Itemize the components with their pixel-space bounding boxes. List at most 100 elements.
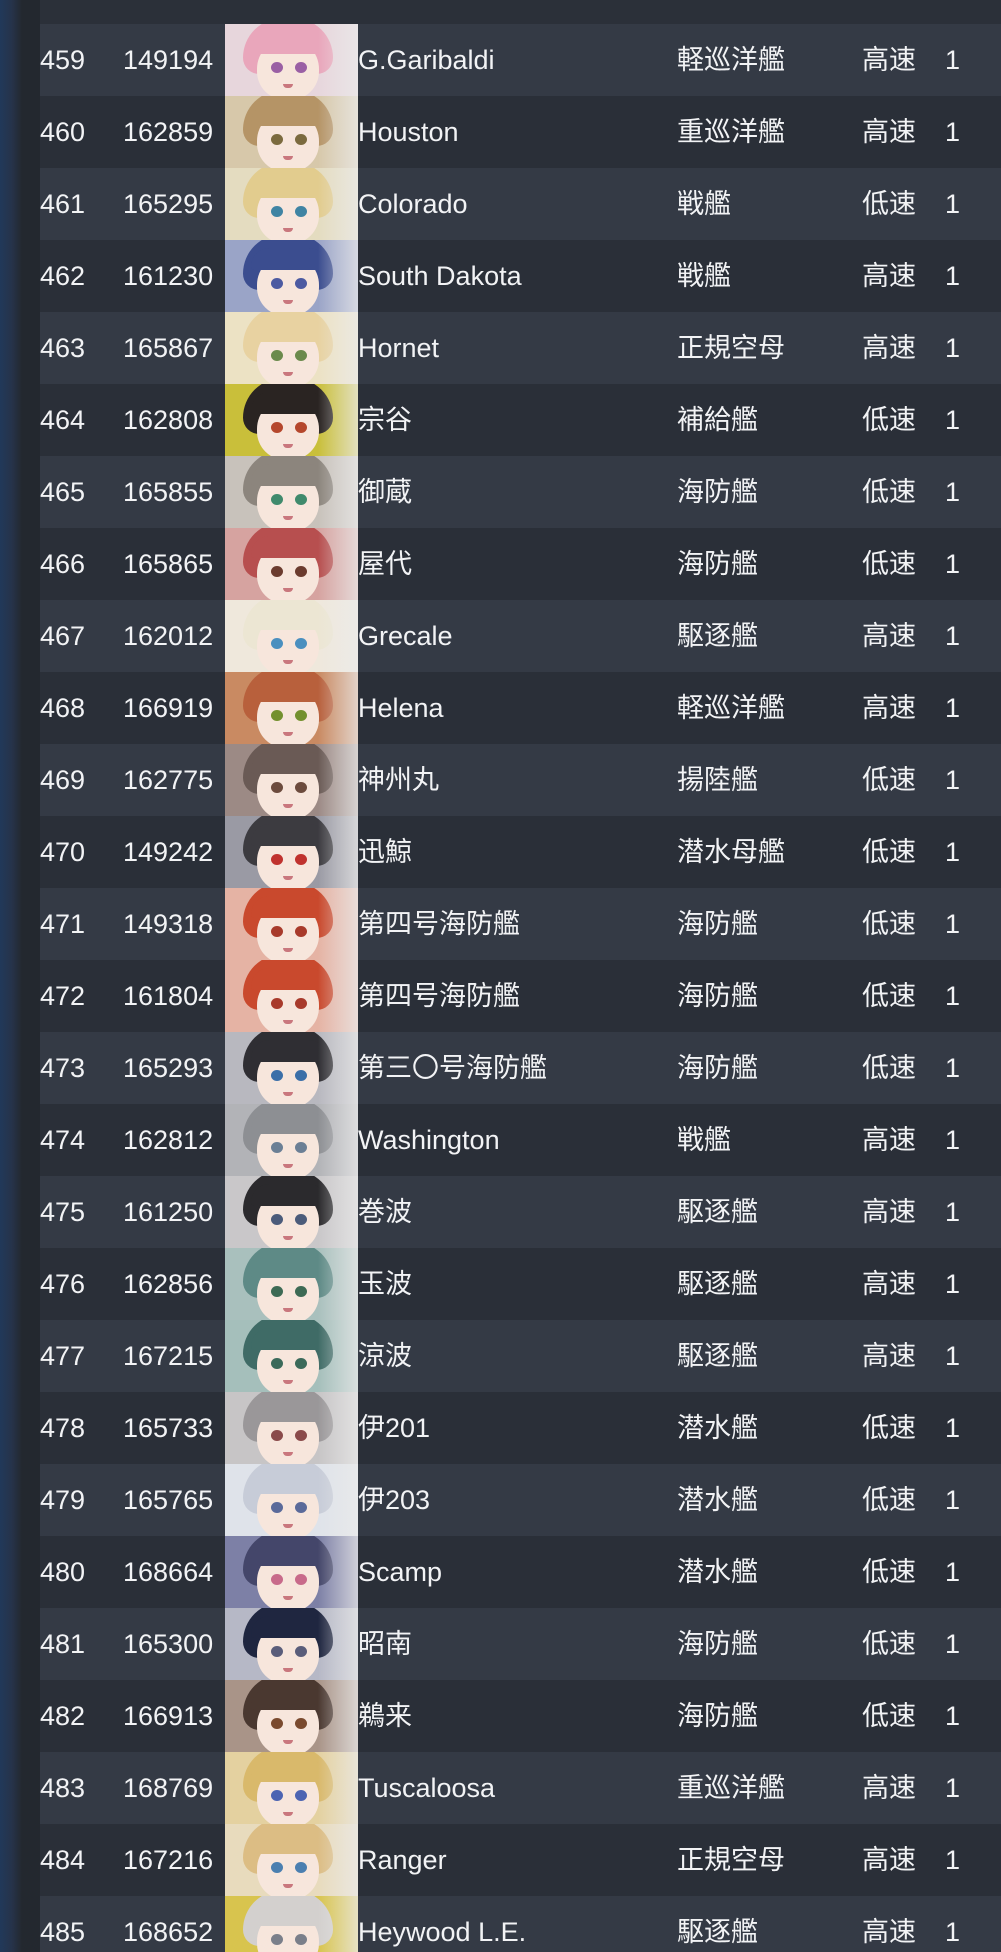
ship-name: 玉波 [358, 1269, 412, 1299]
ship-speed: 低速 [862, 1557, 916, 1587]
table-row[interactable]: 470 149242 迅鯨 潜水母艦 低速 1 [40, 816, 1001, 888]
portrait-right-eye [295, 566, 307, 577]
ship-portrait [225, 1536, 358, 1608]
table-row[interactable]: 468 166919 Helena 軽巡洋艦 高速 1 [40, 672, 1001, 744]
portrait-left-eye [271, 1718, 283, 1729]
ship-number: 483 [40, 1773, 86, 1803]
table-row[interactable]: 472 161804 第四号海防艦 海防艦 低速 1 [40, 960, 1001, 1032]
portrait-fade [318, 1320, 358, 1392]
ship-level: 1 [945, 981, 961, 1011]
portrait-avatar [225, 24, 358, 96]
table-row[interactable]: 467 162012 Grecale 駆逐艦 高速 1 [40, 600, 1001, 672]
table-row[interactable]: 475 161250 巻波 駆逐艦 高速 1 [40, 1176, 1001, 1248]
portrait-bangs [251, 536, 327, 558]
portrait-bangs [251, 176, 327, 198]
table-row[interactable]: 479 165765 伊203 潜水艦 低速 1 [40, 1464, 1001, 1536]
portrait-avatar [225, 528, 358, 600]
portrait-avatar [225, 1896, 358, 1952]
ship-speed: 低速 [862, 765, 916, 795]
table-row[interactable]: 482 166913 鵜来 海防艦 低速 1 [40, 1680, 1001, 1752]
portrait-fade [318, 240, 358, 312]
ship-number: 472 [40, 981, 86, 1011]
portrait-avatar [225, 1104, 358, 1176]
ship-number: 476 [40, 1269, 86, 1299]
table-row[interactable]: 478 165733 伊201 潜水艦 低速 1 [40, 1392, 1001, 1464]
table-row[interactable]: 476 162856 玉波 駆逐艦 高速 1 [40, 1248, 1001, 1320]
portrait-right-eye [295, 1574, 307, 1585]
ship-name: 第四号海防艦 [358, 981, 520, 1011]
portrait-fade [318, 744, 358, 816]
ship-speed: 低速 [862, 1701, 916, 1731]
portrait-fade [318, 312, 358, 384]
table-row[interactable]: 463 165867 Hornet 正規空母 高速 1 [40, 312, 1001, 384]
portrait-bangs [251, 608, 327, 630]
portrait-avatar [225, 1464, 358, 1536]
ship-portrait [225, 168, 358, 240]
ship-portrait [225, 456, 358, 528]
table-row[interactable]: 461 165295 Colorado 戦艦 低速 1 [40, 168, 1001, 240]
table-row[interactable]: 473 165293 第三〇号海防艦 海防艦 低速 1 [40, 1032, 1001, 1104]
portrait-avatar [225, 816, 358, 888]
ship-level: 1 [945, 549, 961, 579]
ship-number: 477 [40, 1341, 86, 1371]
ship-type: 揚陸艦 [677, 765, 758, 795]
portrait-bangs [251, 1904, 327, 1926]
portrait-right-eye [295, 134, 307, 145]
table-row[interactable]: 464 162808 宗谷 補給艦 低速 1 [40, 384, 1001, 456]
ship-number: 467 [40, 621, 86, 651]
ship-portrait [225, 744, 358, 816]
ship-speed: 高速 [862, 117, 916, 147]
portrait-left-eye [271, 350, 283, 361]
portrait-avatar [225, 1392, 358, 1464]
portrait-fade [318, 168, 358, 240]
table-row[interactable]: 471 149318 第四号海防艦 海防艦 低速 1 [40, 888, 1001, 960]
ship-number: 470 [40, 837, 86, 867]
ship-portrait [225, 888, 358, 960]
portrait-right-eye [295, 1934, 307, 1945]
portrait-right-eye [295, 350, 307, 361]
table-row[interactable]: 485 168652 Heywood L.E. 駆逐艦 高速 1 [40, 1896, 1001, 1952]
portrait-avatar [225, 1032, 358, 1104]
table-row[interactable]: 462 161230 South Dakota 戦艦 高速 1 [40, 240, 1001, 312]
portrait-right-eye [295, 422, 307, 433]
ship-portrait [225, 528, 358, 600]
table-row[interactable]: 466 165865 屋代 海防艦 低速 1 [40, 528, 1001, 600]
table-row[interactable]: 484 167216 Ranger 正規空母 高速 1 [40, 1824, 1001, 1896]
portrait-fade [318, 816, 358, 888]
table-row[interactable]: 460 162859 Houston 重巡洋艦 高速 1 [40, 96, 1001, 168]
ship-level: 1 [945, 333, 961, 363]
table-row[interactable]: 480 168664 Scamp 潜水艦 低速 1 [40, 1536, 1001, 1608]
portrait-avatar [225, 1608, 358, 1680]
ship-speed: 高速 [862, 1125, 916, 1155]
ship-name: Washington [358, 1125, 500, 1155]
table-row[interactable]: 474 162812 Washington 戦艦 高速 1 [40, 1104, 1001, 1176]
portrait-left-eye [271, 638, 283, 649]
portrait-fade [318, 888, 358, 960]
table-row[interactable]: 465 165855 御蔵 海防艦 低速 1 [40, 456, 1001, 528]
ship-portrait [225, 1608, 358, 1680]
table-row[interactable]: 459 149194 G.Garibaldi 軽巡洋艦 高速 1 [40, 24, 1001, 96]
ship-number: 469 [40, 765, 86, 795]
table-row[interactable]: 469 162775 神州丸 揚陸艦 低速 1 [40, 744, 1001, 816]
ship-speed: 高速 [862, 1845, 916, 1875]
table-row[interactable]: 481 165300 昭南 海防艦 低速 1 [40, 1608, 1001, 1680]
ship-portrait [225, 1320, 358, 1392]
portrait-left-eye [271, 854, 283, 865]
ship-portrait [225, 1032, 358, 1104]
ship-level: 1 [945, 189, 961, 219]
table-row[interactable]: 483 168769 Tuscaloosa 重巡洋艦 高速 1 [40, 1752, 1001, 1824]
portrait-left-eye [271, 1790, 283, 1801]
ship-type: 戦艦 [677, 261, 731, 291]
ship-speed: 高速 [862, 1269, 916, 1299]
ship-number: 463 [40, 333, 86, 363]
ship-name: Hornet [358, 333, 440, 363]
portrait-fade [318, 1896, 358, 1952]
portrait-bangs [251, 1328, 327, 1350]
table-row[interactable]: 477 167215 涼波 駆逐艦 高速 1 [40, 1320, 1001, 1392]
portrait-right-eye [295, 998, 307, 1009]
ship-type: 潜水艦 [677, 1485, 758, 1515]
ship-speed: 低速 [862, 1485, 916, 1515]
portrait-avatar [225, 1176, 358, 1248]
ship-speed: 高速 [862, 333, 916, 363]
portrait-bangs [251, 1256, 327, 1278]
